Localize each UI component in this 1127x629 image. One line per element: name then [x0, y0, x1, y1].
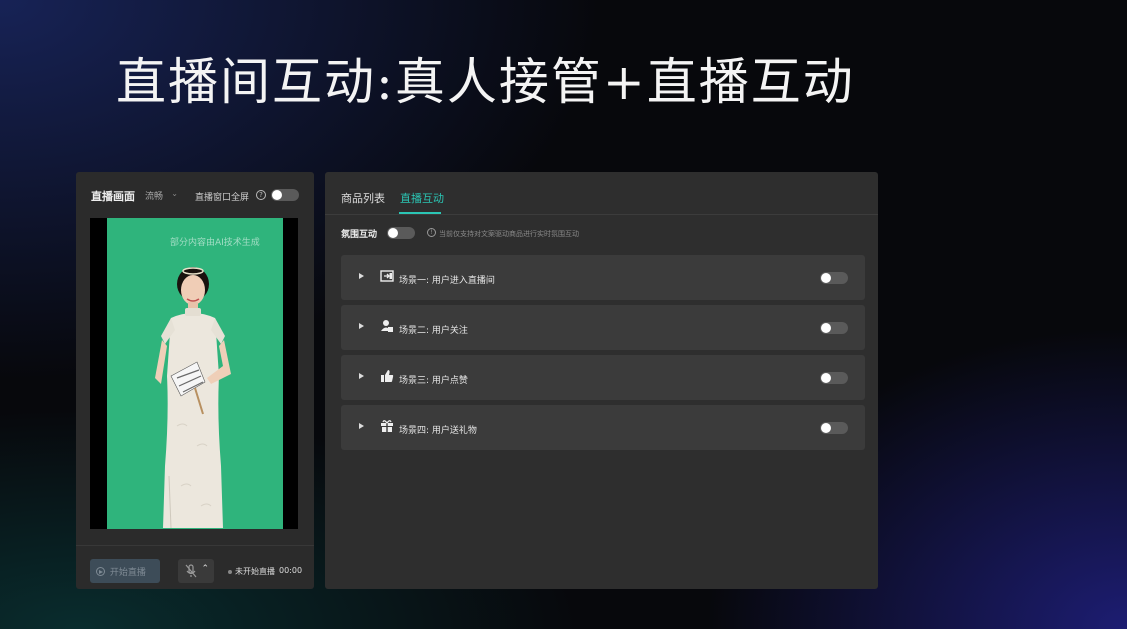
scene-toggle-gift[interactable]: [820, 422, 848, 434]
chevron-down-icon: ⌄: [171, 189, 178, 198]
microphone-button[interactable]: ⌃: [178, 559, 214, 583]
info-icon: !: [427, 228, 436, 237]
atmosphere-interaction-label: 氛围互动: [341, 230, 378, 240]
follow-user-icon: [381, 320, 393, 332]
scene-label: 场景三: 用户点赞: [399, 376, 468, 386]
live-preview-panel: 直播画面 流畅 ⌄ 直播窗口全屏 ? 部分内容由AI技术生成 开始直播 ⌃ 未开…: [76, 172, 314, 589]
quality-select[interactable]: 流畅 ⌄: [143, 186, 181, 204]
fullscreen-label: 直播窗口全屏: [195, 193, 250, 203]
green-screen-background: 部分内容由AI技术生成: [107, 218, 283, 529]
tab-bar: 商品列表 直播互动: [325, 172, 878, 215]
video-preview: 部分内容由AI技术生成: [90, 218, 298, 529]
scene-toggle-enter-room[interactable]: [820, 272, 848, 284]
expand-caret-icon[interactable]: [359, 273, 364, 279]
scene-row-gift[interactable]: 场景四: 用户送礼物: [341, 405, 865, 450]
slide-title: 直播间互动:真人接管+直播互动: [116, 53, 855, 111]
scene-label: 场景四: 用户送礼物: [399, 426, 477, 436]
help-icon[interactable]: ?: [256, 190, 266, 200]
scene-toggle-like[interactable]: [820, 372, 848, 384]
expand-caret-icon[interactable]: [359, 423, 364, 429]
scene-row-follow[interactable]: 场景二: 用户关注: [341, 305, 865, 350]
play-icon: [96, 567, 105, 576]
scene-row-enter-room[interactable]: 场景一: 用户进入直播间: [341, 255, 865, 300]
expand-caret-icon[interactable]: [359, 373, 364, 379]
thumbs-up-icon: [381, 370, 394, 382]
gift-icon: [381, 420, 393, 432]
fullscreen-toggle[interactable]: [271, 189, 299, 201]
ai-generated-notice: 部分内容由AI技术生成: [170, 238, 260, 248]
live-control-bar: 开始直播 ⌃ 未开始直播 00:00: [76, 545, 314, 589]
scene-row-like[interactable]: 场景三: 用户点赞: [341, 355, 865, 400]
live-status-text: 未开始直播: [235, 567, 275, 576]
start-live-label: 开始直播: [109, 568, 146, 578]
active-tab-indicator: [399, 212, 441, 214]
atmosphere-tip: 当前仅支持对文案驱动商品进行实时氛围互动: [439, 230, 579, 238]
start-live-button[interactable]: 开始直播: [90, 559, 160, 583]
expand-caret-icon[interactable]: [359, 323, 364, 329]
scene-label: 场景二: 用户关注: [399, 326, 468, 336]
live-status-time: 00:00: [279, 566, 303, 575]
scene-label: 场景一: 用户进入直播间: [399, 276, 495, 286]
interaction-panel: 商品列表 直播互动 氛围互动 ! 当前仅支持对文案驱动商品进行实时氛围互动 场景…: [325, 172, 878, 589]
presenter-figure: [155, 267, 231, 529]
tab-product-list[interactable]: 商品列表: [341, 190, 385, 206]
atmosphere-interaction-toggle[interactable]: [387, 227, 415, 239]
live-preview-header: 直播画面 流畅 ⌄ 直播窗口全屏 ?: [76, 172, 314, 216]
microphone-muted-icon: [185, 564, 197, 578]
status-dot: [228, 570, 232, 574]
chevron-up-icon: ⌃: [201, 564, 209, 574]
tab-live-interaction[interactable]: 直播互动: [400, 190, 444, 206]
quality-value: 流畅: [145, 192, 164, 202]
scene-toggle-follow[interactable]: [820, 322, 848, 334]
live-preview-title: 直播画面: [91, 190, 135, 203]
enter-room-icon: [380, 270, 394, 282]
